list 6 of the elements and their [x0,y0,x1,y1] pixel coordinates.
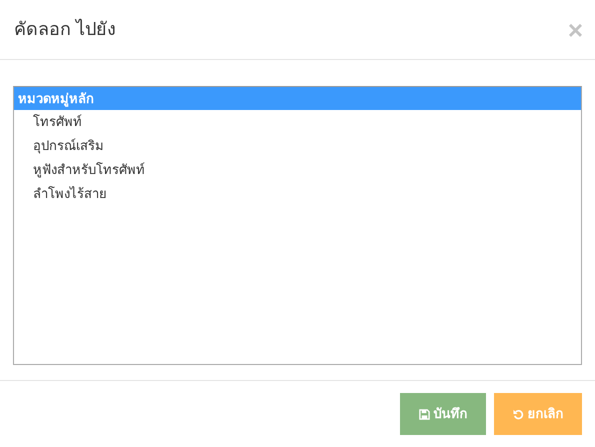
dialog-title: คัดลอก ไปยัง [14,18,116,41]
category-item[interactable]: หูฟังสำหรับโทรศัพท์ [14,158,581,182]
category-item[interactable]: ลำโพงไร้สาย [14,182,581,206]
category-item[interactable]: อุปกรณ์เสริม [14,134,581,158]
undo-icon [512,408,524,420]
category-item[interactable]: โทรศัพท์ [14,110,581,134]
